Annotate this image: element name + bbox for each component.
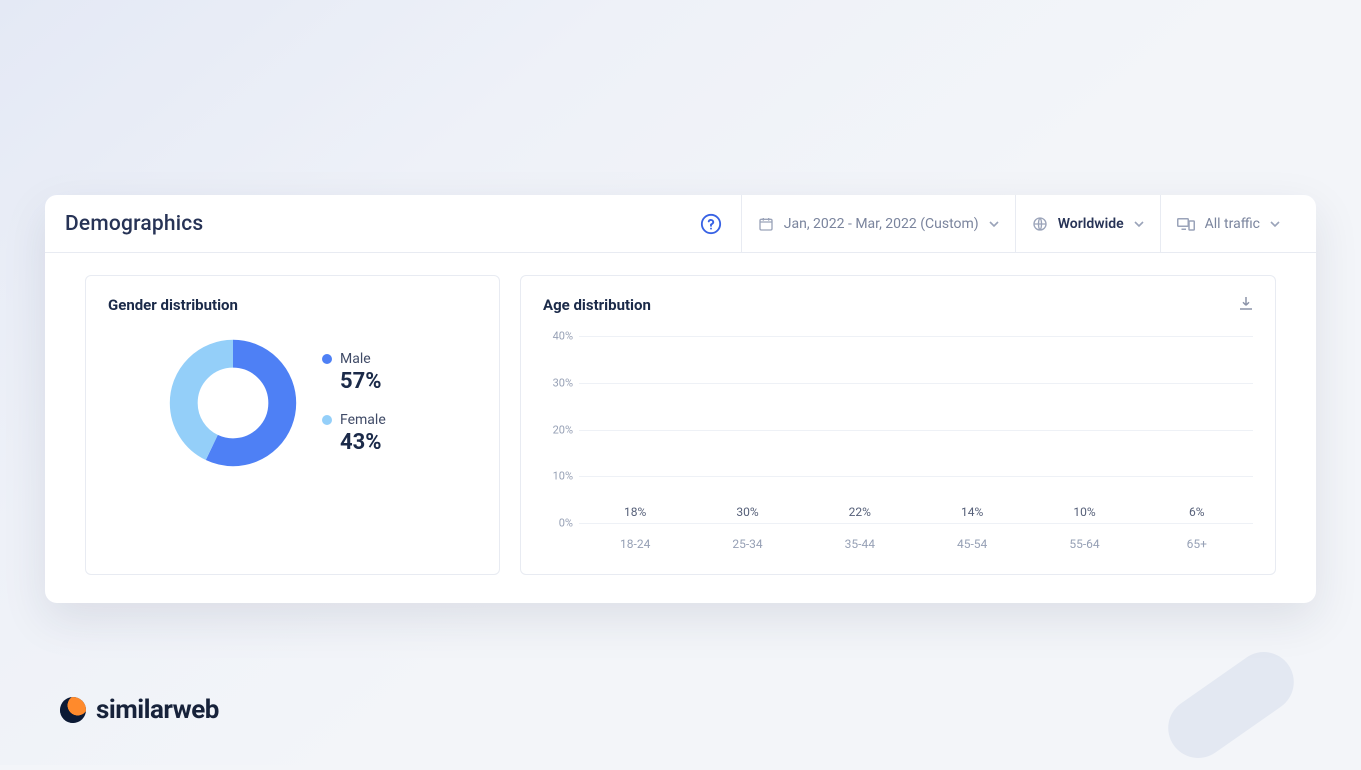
- age-distribution-card: Age distribution 0% 10% 20% 30% 40% 18% 30% 22…: [520, 275, 1276, 575]
- legend-row-female: Female 43%: [322, 412, 386, 455]
- download-icon: [1237, 294, 1255, 312]
- x-tick-label: 65+: [1141, 529, 1253, 551]
- download-button[interactable]: [1237, 294, 1255, 316]
- panel-header: Demographics Jan, 2022 - Mar, 2022 (Cust…: [45, 195, 1316, 253]
- legend-label-male: Male: [340, 351, 371, 367]
- age-bar-chart: 0%10%20%30%40% 18%30%22%14%10%6% 18-2425…: [543, 336, 1253, 551]
- bar-column: 10%: [1028, 505, 1140, 523]
- caret-down-icon: [1134, 219, 1144, 229]
- y-tick: 0%: [543, 517, 573, 530]
- gender-legend: Male 57% Female 43%: [322, 351, 386, 455]
- legend-value-female: 43%: [340, 430, 386, 455]
- demographics-panel: Demographics Jan, 2022 - Mar, 2022 (Cust…: [45, 195, 1316, 603]
- bar-value-label: 30%: [736, 505, 758, 519]
- legend-value-male: 57%: [340, 369, 386, 394]
- y-tick: 20%: [543, 423, 573, 436]
- bar-value-label: 22%: [849, 505, 871, 519]
- date-range-label: Jan, 2022 - Mar, 2022 (Custom): [784, 216, 979, 232]
- similarweb-logo: similarweb: [60, 695, 219, 725]
- page-title: Demographics: [65, 212, 203, 236]
- legend-dot-female: [322, 415, 332, 425]
- caret-down-icon: [1270, 219, 1280, 229]
- logo-text: similarweb: [96, 695, 219, 725]
- help-icon: [700, 213, 722, 235]
- x-tick-label: 35-44: [804, 529, 916, 551]
- x-tick-label: 25-34: [691, 529, 803, 551]
- bar-column: 6%: [1141, 505, 1253, 523]
- gender-donut-chart: [168, 338, 298, 468]
- bar-column: 14%: [916, 505, 1028, 523]
- y-tick: 30%: [543, 376, 573, 389]
- bar-value-label: 10%: [1073, 505, 1095, 519]
- x-tick-label: 18-24: [579, 529, 691, 551]
- x-tick-label: 55-64: [1028, 529, 1140, 551]
- caret-down-icon: [989, 219, 999, 229]
- bar-column: 18%: [579, 505, 691, 523]
- gender-distribution-card: Gender distribution Male 57% Female 43%: [85, 275, 500, 575]
- gender-card-title: Gender distribution: [108, 296, 477, 314]
- bar-value-label: 18%: [624, 505, 646, 519]
- region-label: Worldwide: [1058, 216, 1124, 232]
- globe-icon: [1032, 216, 1048, 232]
- region-filter[interactable]: Worldwide: [1015, 195, 1160, 253]
- devices-icon: [1177, 216, 1195, 232]
- legend-label-female: Female: [340, 412, 386, 428]
- age-card-title: Age distribution: [543, 296, 1253, 314]
- legend-dot-male: [322, 354, 332, 364]
- bar-value-label: 6%: [1189, 505, 1205, 519]
- cards-row: Gender distribution Male 57% Female 43%: [45, 253, 1316, 575]
- calendar-icon: [758, 216, 774, 232]
- traffic-filter[interactable]: All traffic: [1160, 195, 1296, 253]
- y-tick: 40%: [543, 330, 573, 343]
- date-range-filter[interactable]: Jan, 2022 - Mar, 2022 (Custom): [741, 195, 1015, 253]
- bar-column: 22%: [804, 505, 916, 523]
- bar-value-label: 14%: [961, 505, 983, 519]
- x-tick-label: 45-54: [916, 529, 1028, 551]
- legend-row-male: Male 57%: [322, 351, 386, 394]
- logo-swirl-icon: [60, 697, 86, 723]
- bar-column: 30%: [691, 505, 803, 523]
- traffic-label: All traffic: [1205, 216, 1260, 232]
- help-button[interactable]: [699, 212, 723, 236]
- y-tick: 10%: [543, 470, 573, 483]
